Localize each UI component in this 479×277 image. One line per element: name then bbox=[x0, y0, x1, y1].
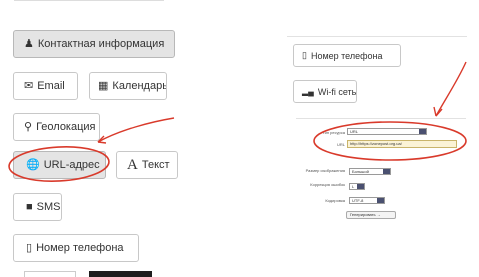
url-button-highlight-circle bbox=[8, 146, 110, 182]
annotation-layer bbox=[8, 61, 467, 182]
right-annotation-arrow bbox=[435, 61, 467, 117]
left-annotation-arrow bbox=[97, 117, 175, 143]
form-highlight-circle bbox=[313, 121, 467, 161]
